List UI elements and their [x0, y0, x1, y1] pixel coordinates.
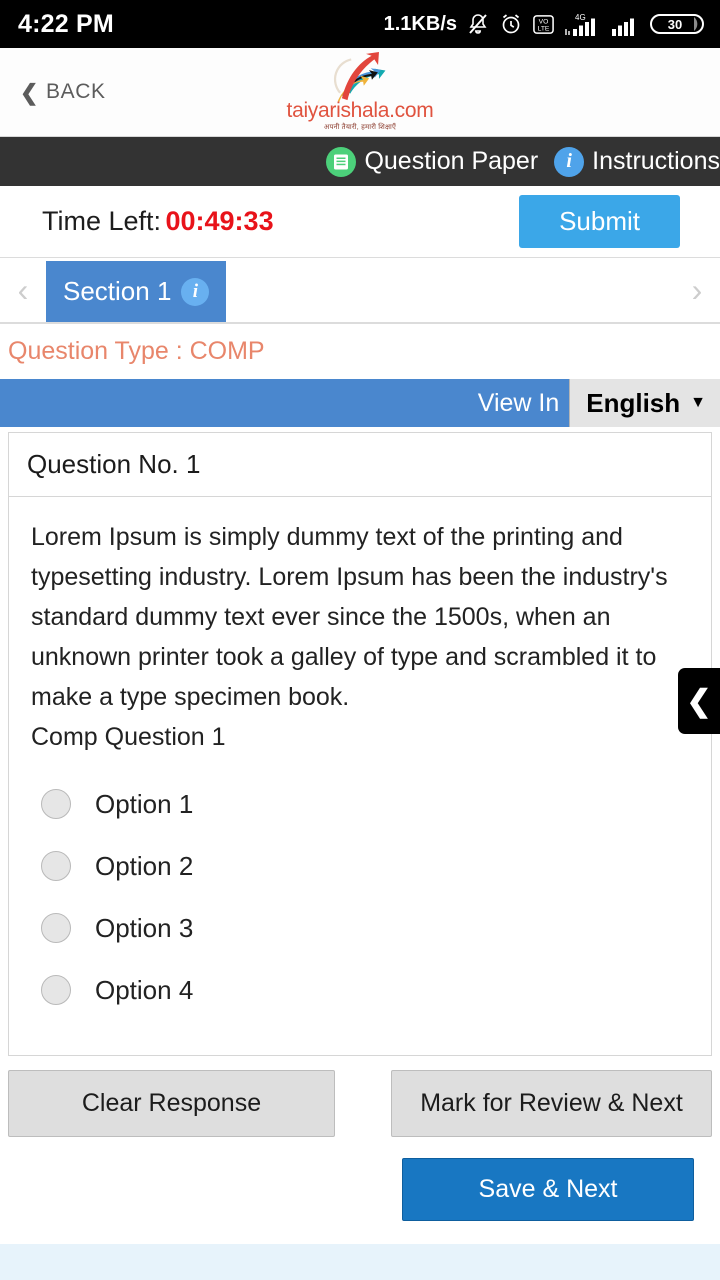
question-body: Lorem Ipsum is simply dummy text of the … — [9, 497, 711, 1055]
answer-options: Option 1 Option 2 Option 3 Option 4 — [31, 757, 689, 1047]
exam-screen: 4:22 PM 1.1KB/s VO LTE 4G 30 ❮ BACK taiy… — [0, 0, 720, 1280]
radio-button-option-3[interactable] — [41, 913, 71, 943]
status-bar: 4:22 PM 1.1KB/s VO LTE 4G 30 — [0, 0, 720, 48]
network-speed: 1.1KB/s — [383, 12, 457, 35]
mark-for-review-button[interactable]: Mark for Review & Next — [390, 1070, 712, 1137]
logo-wordmark: taiyarishala.com — [286, 99, 434, 122]
timer-bar: Time Left: 00:49:33 Submit — [0, 186, 720, 258]
instructions-label: Instructions — [592, 147, 720, 175]
exam-nav-bar: Question Paper i Instructions — [0, 137, 720, 186]
status-icons: 1.1KB/s VO LTE 4G 30 — [384, 10, 706, 38]
radio-button-option-2[interactable] — [41, 851, 71, 881]
option-label: Option 3 — [95, 912, 194, 943]
question-number: Question No. 1 — [9, 433, 711, 497]
volte-icon: VO LTE — [532, 13, 555, 36]
svg-text:30: 30 — [668, 17, 682, 32]
question-card: Question No. 1 Lorem Ipsum is simply dum… — [8, 432, 712, 1056]
signal-4g-icon: 4G — [564, 11, 602, 37]
clear-response-button[interactable]: Clear Response — [8, 1070, 335, 1137]
question-passage: Lorem Ipsum is simply dummy text of the … — [31, 523, 668, 711]
save-and-next-button[interactable]: Save & Next — [402, 1158, 694, 1221]
question-paper-label: Question Paper — [364, 147, 539, 175]
status-time: 4:22 PM — [18, 9, 114, 38]
question-paper-button[interactable]: Question Paper — [326, 146, 539, 177]
option-label: Option 2 — [95, 850, 194, 881]
brand-logo[interactable]: taiyarishala.com अपनी तैयारी, हमारी शिक्… — [287, 52, 434, 132]
radio-button-option-4[interactable] — [41, 975, 71, 1005]
submit-button[interactable]: Submit — [519, 195, 680, 248]
section-next-arrow[interactable]: › — [674, 258, 720, 322]
option-label: Option 4 — [95, 974, 194, 1005]
chevron-left-icon: ❮ — [20, 79, 40, 105]
info-icon[interactable]: i — [181, 277, 210, 306]
question-type-label: Question Type : COMP — [0, 324, 720, 379]
language-select-value: English — [586, 387, 681, 418]
section-tabs-bar: ‹ Section 1 i › — [0, 258, 720, 324]
side-panel-toggle[interactable]: ❮ — [678, 668, 720, 734]
app-header: ❮ BACK taiyarishala.com अपनी तैयारी, हमा… — [0, 48, 720, 137]
view-in-bar: View In English ▼ — [0, 379, 720, 427]
time-left-label: Time Left: — [42, 206, 162, 236]
radio-button-option-1[interactable] — [41, 789, 71, 819]
option-row[interactable]: Option 2 — [41, 835, 689, 897]
option-row[interactable]: Option 3 — [41, 897, 689, 959]
logo-tagline: अपनी तैयारी, हमारी शिक्षाएँ — [323, 124, 397, 131]
svg-text:VO: VO — [539, 18, 549, 25]
section-tab-label: Section 1 — [63, 276, 172, 306]
option-label: Option 1 — [95, 788, 194, 819]
language-select[interactable]: English ▼ — [569, 379, 720, 427]
action-bar: Clear Response Mark for Review & Next Sa… — [0, 1056, 720, 1221]
alarm-clock-icon — [499, 12, 523, 36]
time-left-value: 00:49:33 — [165, 206, 274, 236]
time-left-group: Time Left: 00:49:33 — [42, 206, 274, 237]
bottom-strip — [0, 1244, 720, 1280]
svg-text:LTE: LTE — [538, 25, 550, 32]
chevron-down-icon: ▼ — [690, 394, 706, 411]
chevron-left-icon: ❮ — [686, 684, 712, 718]
info-icon: i — [554, 146, 585, 177]
view-in-label: View In — [477, 388, 560, 417]
sidebar-item-section-1[interactable]: Section 1 i — [46, 261, 227, 322]
bell-muted-icon — [466, 12, 490, 36]
instructions-button[interactable]: i Instructions — [554, 146, 720, 177]
back-button[interactable]: ❮ BACK — [0, 80, 106, 104]
section-prev-arrow[interactable]: ‹ — [0, 258, 46, 322]
signal-icon — [611, 11, 641, 37]
question-prompt: Comp Question 1 — [31, 723, 226, 751]
svg-text:4G: 4G — [575, 13, 586, 22]
document-list-icon — [326, 146, 357, 177]
option-row[interactable]: Option 1 — [41, 773, 689, 835]
battery-icon: 30 — [650, 10, 706, 38]
logo-mark-icon — [334, 52, 386, 102]
back-button-label: BACK — [46, 80, 106, 103]
option-row[interactable]: Option 4 — [41, 959, 689, 1021]
